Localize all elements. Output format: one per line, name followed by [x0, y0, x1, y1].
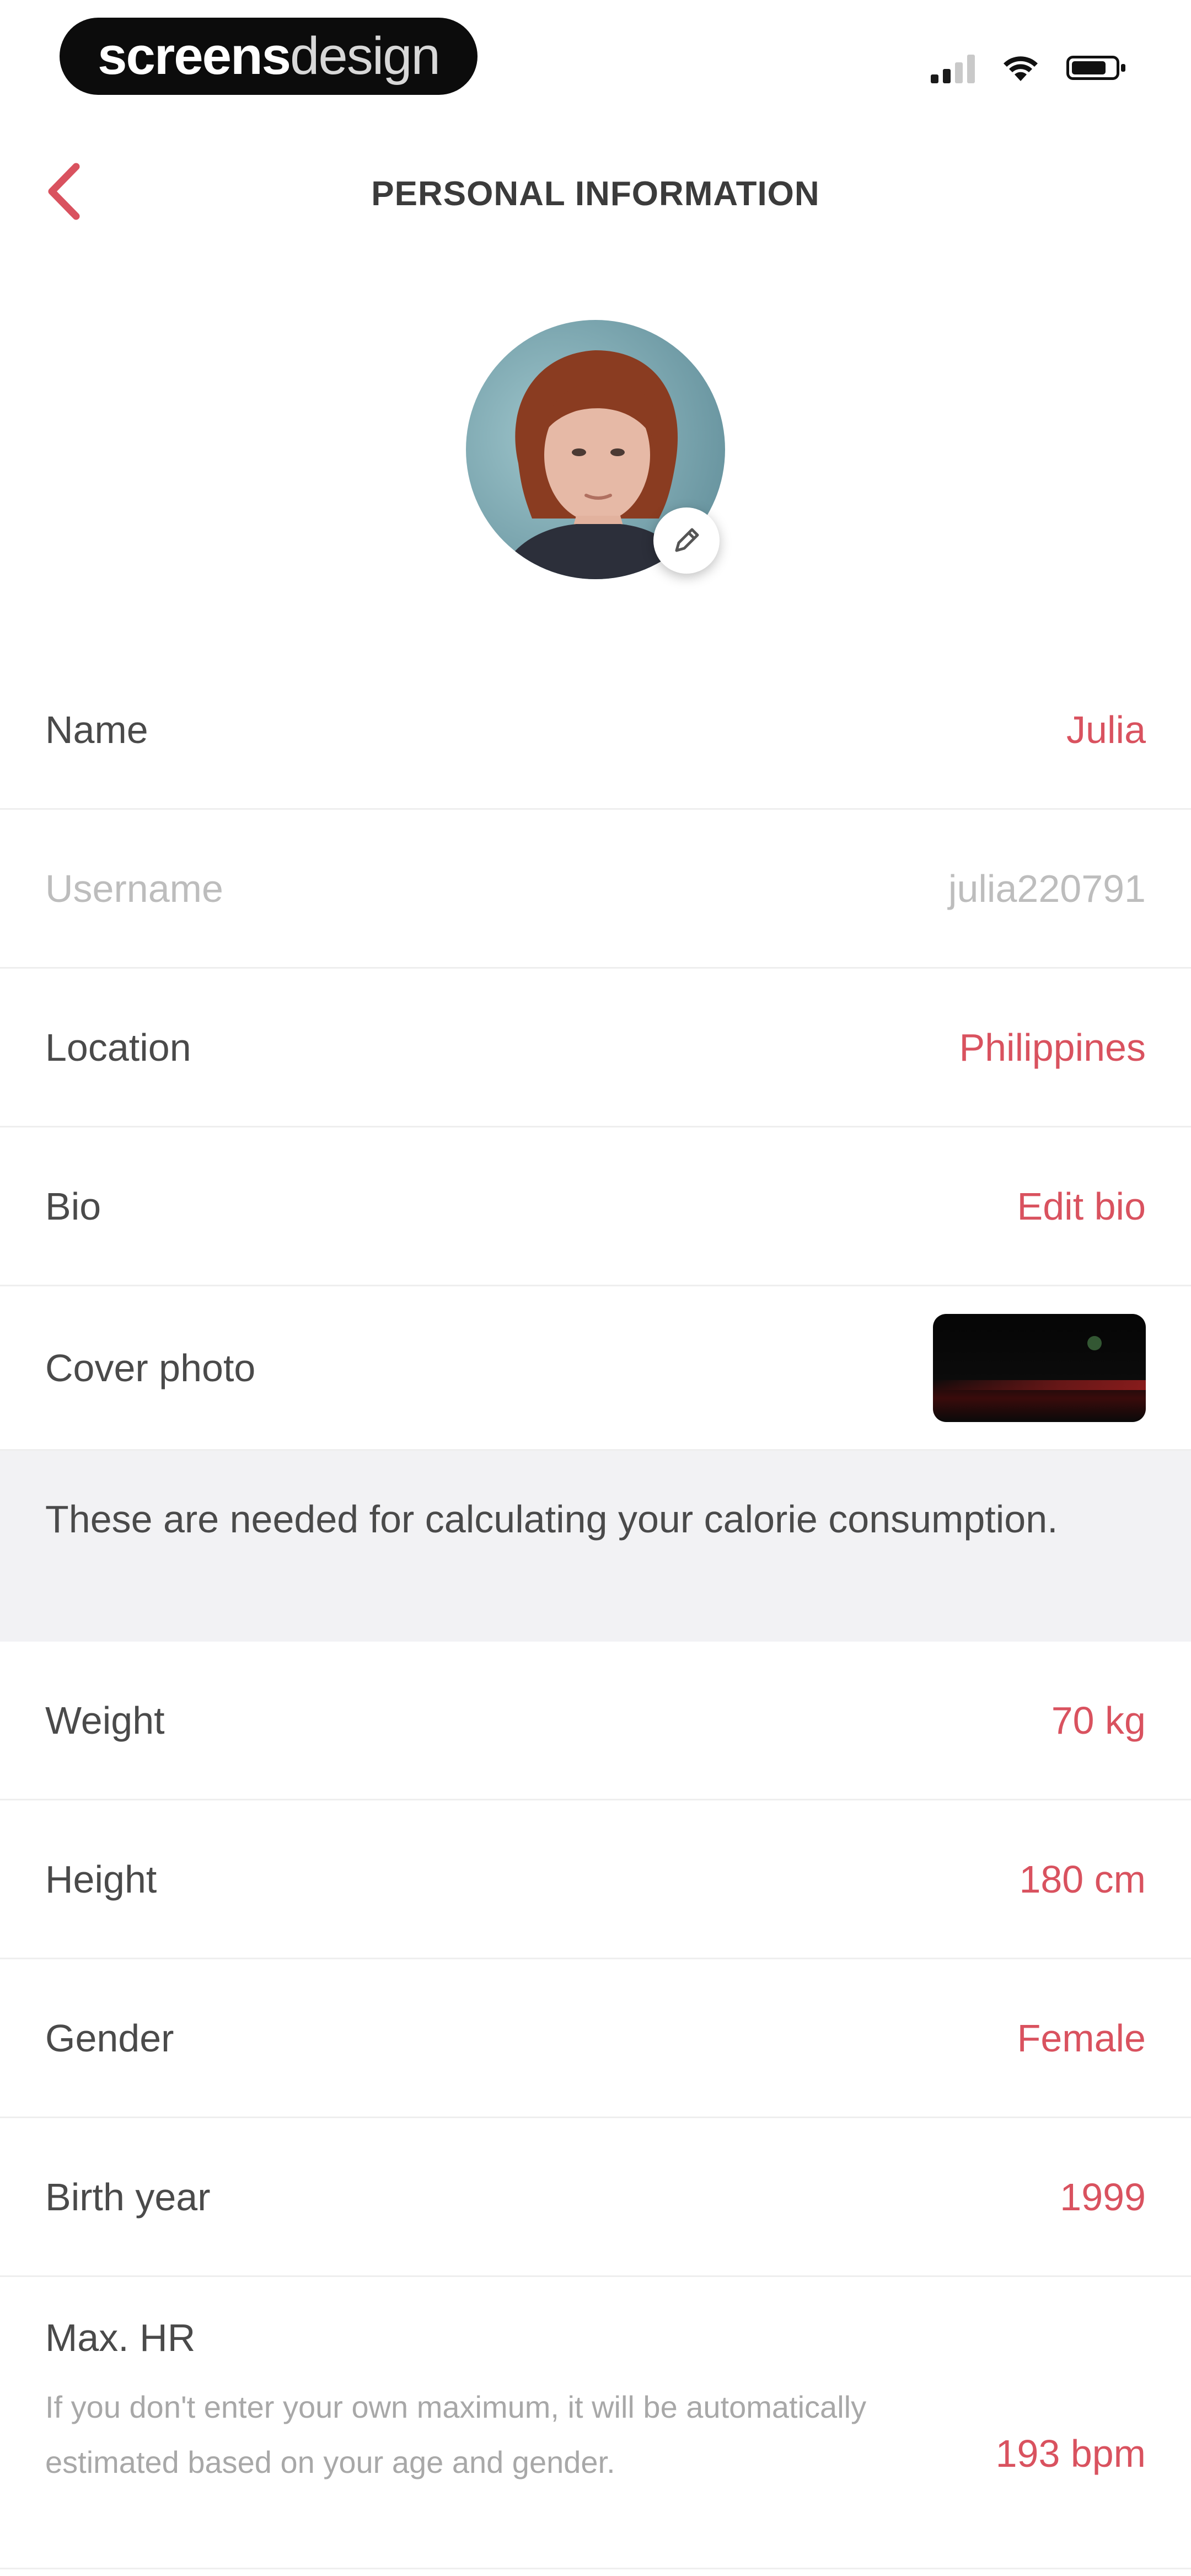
nav-bar: PERSONAL INFORMATION	[0, 149, 1191, 243]
wifi-icon	[1004, 56, 1038, 81]
row-label: Name	[45, 708, 148, 751]
brand-watermark: screensdesign	[60, 18, 478, 95]
cover-photo-thumbnail[interactable]	[933, 1313, 1146, 1422]
brand-part2: design	[290, 26, 441, 85]
edit-photo-button[interactable]	[653, 507, 720, 574]
row-value: julia220791	[948, 867, 1146, 910]
row-label: Bio	[45, 1184, 101, 1228]
row-value: 193 bpm	[995, 2432, 1146, 2475]
row-value: 70 kg	[1051, 1698, 1146, 1742]
calorie-info-note: These are needed for calculating your ca…	[0, 1451, 1191, 1642]
status-icons	[931, 49, 1125, 87]
row-label: Birth year	[45, 2175, 211, 2219]
brand-part1: screens	[98, 26, 291, 85]
row-value: Philippines	[959, 1025, 1146, 1069]
max-hr-row[interactable]: Max. HR If you don't enter your own maxi…	[0, 2277, 1191, 2569]
gender-row[interactable]: Gender Female	[0, 1959, 1191, 2118]
row-label: Weight	[45, 1698, 165, 1742]
page-title: PERSONAL INFORMATION	[371, 175, 820, 213]
status-bar: screensdesign	[0, 0, 1191, 116]
edit-bio-link[interactable]: Edit bio	[1017, 1184, 1146, 1228]
settings-list: Name Julia Username julia220791 Location…	[0, 651, 1191, 2569]
row-value: 1999	[1060, 2175, 1146, 2219]
birth-year-row[interactable]: Birth year 1999	[0, 2118, 1191, 2277]
battery-icon	[1066, 56, 1125, 80]
profile-photo[interactable]	[466, 320, 725, 579]
row-label: Cover photo	[45, 1346, 256, 1389]
cover-photo-row[interactable]: Cover photo	[0, 1286, 1191, 1451]
row-value: Julia	[1066, 708, 1146, 751]
bio-row[interactable]: Bio Edit bio	[0, 1127, 1191, 1286]
pencil-icon	[675, 528, 699, 552]
max-hr-text: Max. HR If you don't enter your own maxi…	[45, 2316, 883, 2490]
height-row[interactable]: Height 180 cm	[0, 1800, 1191, 1959]
row-label: Username	[45, 867, 223, 910]
cellular-signal-icon	[931, 52, 975, 83]
row-value: Female	[1017, 2016, 1146, 2060]
row-value: 180 cm	[1019, 1857, 1146, 1901]
weight-row[interactable]: Weight 70 kg	[0, 1642, 1191, 1800]
row-label: Height	[45, 1857, 157, 1901]
name-row[interactable]: Name Julia	[0, 651, 1191, 810]
location-row[interactable]: Location Philippines	[0, 969, 1191, 1127]
row-label: Max. HR	[45, 2316, 196, 2359]
max-hr-description: If you don't enter your own maximum, it …	[45, 2390, 867, 2479]
username-row: Username julia220791	[0, 810, 1191, 969]
row-label: Gender	[45, 2016, 174, 2060]
row-label: Location	[45, 1025, 191, 1069]
